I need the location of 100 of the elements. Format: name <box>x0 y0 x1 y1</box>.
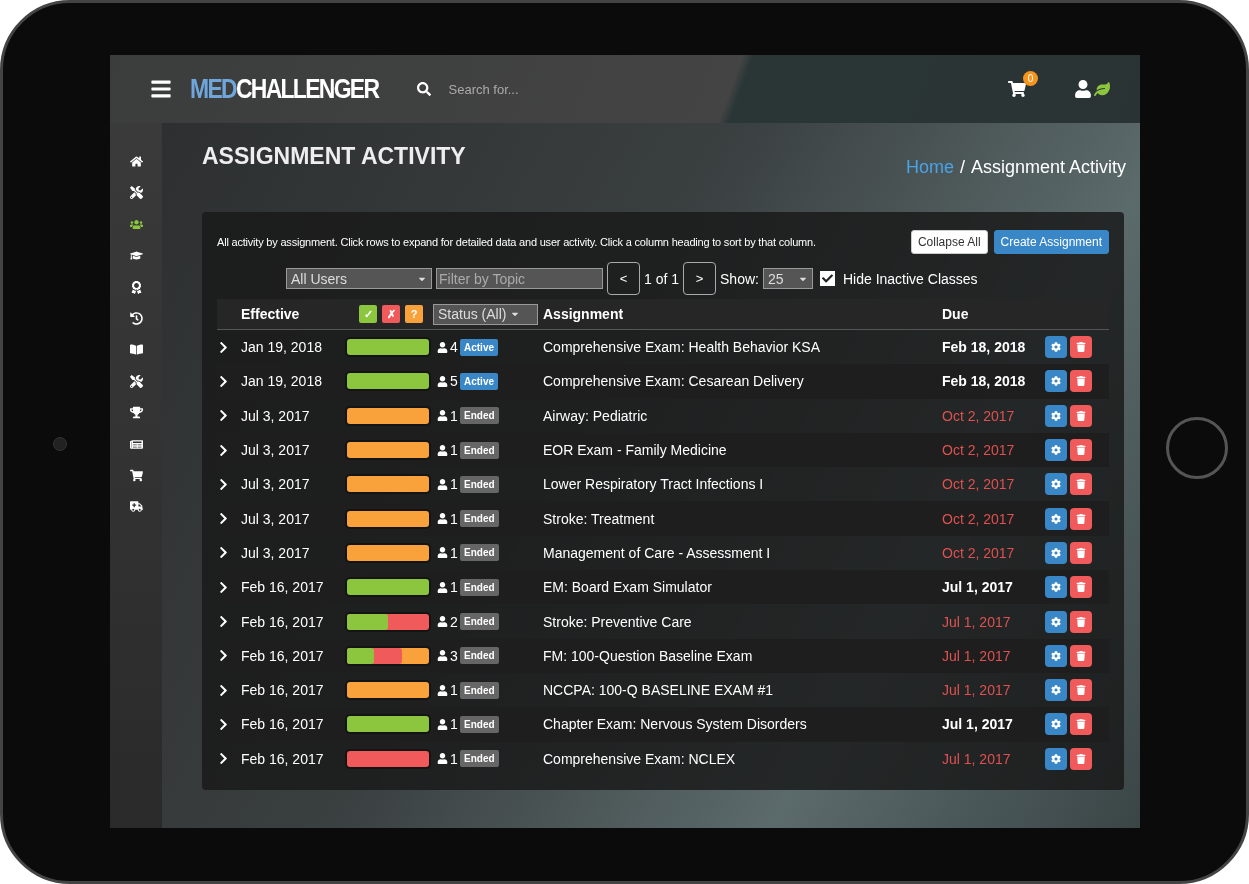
trash-icon <box>1076 685 1086 696</box>
table-cell-text: Oct 2, 2017 <box>942 544 1016 561</box>
delete-button[interactable] <box>1070 507 1092 530</box>
delete-button[interactable] <box>1070 644 1092 667</box>
previous-page-button[interactable]: < <box>607 262 640 295</box>
delete-button[interactable] <box>1070 576 1092 599</box>
table-cell-text: EOR Exam - Family Medicine <box>543 442 728 459</box>
delete-button[interactable] <box>1070 610 1092 633</box>
user-count: 1 <box>450 510 458 527</box>
checkbox[interactable] <box>819 271 835 286</box>
checkbox-label: Hide Inactive Classes <box>842 270 978 287</box>
user-count: 1 <box>450 579 458 596</box>
user-count: 1 <box>450 476 458 493</box>
settings-button[interactable] <box>1045 576 1067 599</box>
user-icon <box>437 616 448 627</box>
settings-button[interactable] <box>1045 404 1067 427</box>
settings-button[interactable] <box>1045 473 1067 496</box>
trash-icon <box>1076 342 1086 353</box>
settings-button[interactable] <box>1045 713 1067 736</box>
settings-button[interactable] <box>1045 747 1067 770</box>
delete-button[interactable] <box>1070 404 1092 427</box>
table-cell-text: Oct 2, 2017 <box>942 510 1016 527</box>
users-icon[interactable] <box>129 217 143 231</box>
delete-button[interactable] <box>1070 439 1092 462</box>
status-badge: Ended <box>460 613 499 630</box>
user-icon <box>437 513 448 525</box>
table-cell-text: Jan 19, 2018 <box>241 373 323 390</box>
search-icon[interactable] <box>416 82 431 96</box>
user-count: 3 <box>450 647 458 664</box>
table-cell-text: Feb 16, 2017 <box>241 579 325 596</box>
delete-button[interactable] <box>1070 679 1092 702</box>
page-size-dropdown[interactable]: 25 <box>762 268 813 289</box>
table-cell-text: Comprehensive Exam: Health Behavior KSA <box>543 339 822 356</box>
cart-icon[interactable] <box>1008 80 1026 98</box>
table-cell-text: EM: Board Exam Simulator <box>543 579 713 596</box>
score-filter-button[interactable]: ✗ <box>382 305 400 323</box>
gear-icon <box>1051 547 1061 558</box>
settings-button[interactable] <box>1045 610 1067 633</box>
home-icon[interactable] <box>129 155 143 168</box>
user-icon[interactable] <box>1074 80 1092 98</box>
page-indicator: 1 of 1 <box>644 270 680 287</box>
delete-button[interactable] <box>1070 541 1092 564</box>
next-page-button[interactable]: > <box>683 262 717 295</box>
award-icon[interactable] <box>129 280 143 294</box>
table-cell-text: Jul 1, 2017 <box>942 682 1012 699</box>
ambulance-icon[interactable] <box>129 500 143 514</box>
trash-icon <box>1076 445 1086 456</box>
settings-button[interactable] <box>1045 541 1067 564</box>
table-cell-text: Jul 3, 2017 <box>241 510 311 527</box>
table-cell-text: Stroke: Preventive Care <box>543 613 693 630</box>
trophy-icon[interactable] <box>129 406 143 420</box>
status-badge: Ended <box>460 441 499 459</box>
table-cell-text: FM: 100-Question Baseline Exam <box>543 647 754 664</box>
status-badge: Ended <box>460 544 499 562</box>
settings-button[interactable] <box>1045 507 1067 530</box>
table-cell-text: Jul 1, 2017 <box>942 647 1012 664</box>
newspaper-icon[interactable] <box>129 437 143 451</box>
column-header[interactable]: Due <box>942 306 1045 322</box>
delete-button[interactable] <box>1070 713 1092 736</box>
user-count: 5 <box>450 373 458 390</box>
table-cell-text: Jul 3, 2017 <box>241 476 311 493</box>
table-cell-text: Feb 16, 2017 <box>241 682 325 699</box>
logo[interactable]: MEDCHALLENGER <box>190 73 379 105</box>
users-dropdown[interactable]: All Users <box>286 268 432 289</box>
trash-icon <box>1076 479 1086 490</box>
trash-icon <box>1076 719 1086 730</box>
gear-icon <box>1051 513 1061 524</box>
delete-button[interactable] <box>1070 747 1092 770</box>
gear-icon <box>1051 753 1061 764</box>
user-icon <box>437 684 448 696</box>
user-icon <box>437 410 448 422</box>
breadcrumb-link[interactable]: Home <box>905 157 954 178</box>
cart-icon[interactable] <box>129 468 143 482</box>
tools-icon[interactable] <box>129 186 143 200</box>
settings-button[interactable] <box>1045 370 1067 393</box>
delete-button[interactable] <box>1070 370 1092 393</box>
settings-button[interactable] <box>1045 336 1067 359</box>
tools-icon[interactable] <box>129 374 143 388</box>
trash-icon <box>1076 547 1086 558</box>
search-field[interactable]: Search for... <box>446 80 747 98</box>
gear-icon <box>1051 410 1061 421</box>
status-badge: Ended <box>460 510 499 528</box>
status-dropdown[interactable]: Status (All) <box>433 303 538 325</box>
gear-icon <box>1051 445 1061 456</box>
delete-button[interactable] <box>1070 473 1092 496</box>
table-cell-text: Stroke: Treatment <box>543 510 656 527</box>
create-assignment-button[interactable]: Create Assignment <box>993 230 1109 254</box>
table-cell-text: NCCPA: 100-Q BASELINE EXAM #1 <box>543 682 775 699</box>
history-icon[interactable] <box>129 311 143 325</box>
delete-button[interactable] <box>1070 336 1092 359</box>
table-cell-text: Comprehensive Exam: NCLEX <box>543 750 737 767</box>
settings-button[interactable] <box>1045 679 1067 702</box>
settings-button[interactable] <box>1045 644 1067 667</box>
column-header[interactable]: Assignment <box>543 306 942 322</box>
column-header[interactable]: Effective <box>241 306 345 322</box>
book-icon[interactable] <box>129 343 143 357</box>
settings-button[interactable] <box>1045 439 1067 462</box>
topic-filter-field[interactable]: Filter by Topic <box>436 268 603 289</box>
menu-icon[interactable] <box>150 78 172 100</box>
collapse-all-button[interactable]: Collapse All <box>910 230 988 254</box>
